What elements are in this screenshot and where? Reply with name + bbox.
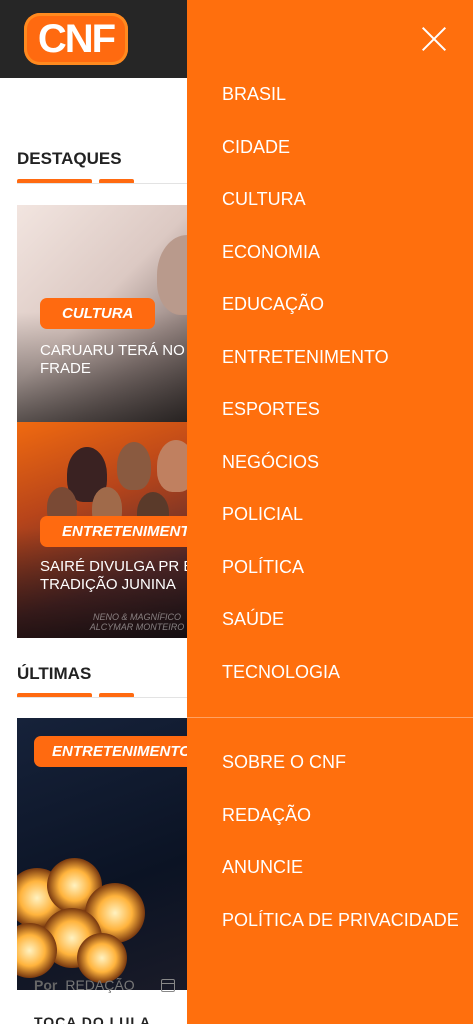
calendar-icon (160, 978, 175, 992)
section-rule (17, 697, 197, 698)
menu-item-policial[interactable]: POLICIAL (222, 504, 303, 525)
section-title-destaques: DESTAQUES (17, 149, 122, 168)
menu-item-educacao[interactable]: EDUCAÇÃO (222, 294, 324, 315)
menu-item-privacidade[interactable]: POLÍTICA DE PRIVACIDADE (222, 910, 459, 931)
author-prefix: Por (34, 977, 58, 993)
menu-divider (187, 717, 473, 718)
menu-item-cultura[interactable]: CULTURA (222, 189, 306, 210)
featured-card-cultura[interactable]: CULTURA CARUARU TERÁ NO DAMIÃO E DEVE RE… (17, 205, 197, 422)
menu-item-negocios[interactable]: NEGÓCIOS (222, 452, 319, 473)
menu-item-esportes[interactable]: ESPORTES (222, 399, 320, 420)
section-rule (17, 183, 197, 184)
menu-item-politica[interactable]: POLÍTICA (222, 557, 304, 578)
menu-item-economia[interactable]: ECONOMIA (222, 242, 320, 263)
page: CNF DESTAQUES CULTURA CARUARU TERÁ NO DA… (0, 0, 473, 1024)
category-tag[interactable]: ENTRETENIMENTO (34, 736, 197, 767)
latest-card[interactable]: ENTRETENIMENTO (17, 718, 197, 990)
featured-card-entretenimento[interactable]: ENTRETENIMENTO SAIRÉ DIVULGA PR BUSCAPÉ … (17, 422, 197, 638)
menu-item-cidade[interactable]: CIDADE (222, 137, 290, 158)
close-icon[interactable] (421, 26, 447, 52)
menu-item-anuncie[interactable]: ANUNCIE (222, 857, 303, 878)
menu-item-tecnologia[interactable]: TECNOLOGIA (222, 662, 340, 683)
card-title[interactable]: SAIRÉ DIVULGA PR BUSCAPÉ 2025, CO TRADIÇ… (40, 558, 197, 594)
card-title[interactable]: CARUARU TERÁ NO DAMIÃO E DEVE RE FRADE (40, 342, 197, 378)
stage-light (77, 933, 127, 983)
menu-item-entretenimento[interactable]: ENTRETENIMENTO (222, 347, 389, 368)
menu-item-redacao[interactable]: REDAÇÃO (222, 805, 311, 826)
section-title-ultimas: ÚLTIMAS (17, 664, 92, 683)
menu-item-brasil[interactable]: BRASIL (222, 84, 286, 105)
side-menu: BRASIL CIDADE CULTURA ECONOMIA EDUCAÇÃO … (187, 0, 473, 1024)
author-name[interactable]: REDAÇÃO (65, 977, 134, 993)
next-post-title[interactable]: TOCA DO LULA... (34, 1014, 166, 1024)
menu-item-saude[interactable]: SAÚDE (222, 609, 284, 630)
photo-credits: NENO & MAGNÍFICO ALCYMAR MONTEIRO (89, 612, 185, 632)
category-tag[interactable]: ENTRETENIMENTO (40, 516, 197, 547)
menu-item-sobre[interactable]: SOBRE O CNF (222, 752, 346, 773)
cnf-logo[interactable]: CNF (24, 13, 128, 65)
post-meta: Por REDAÇÃO (34, 977, 175, 993)
category-tag[interactable]: CULTURA (40, 298, 156, 329)
